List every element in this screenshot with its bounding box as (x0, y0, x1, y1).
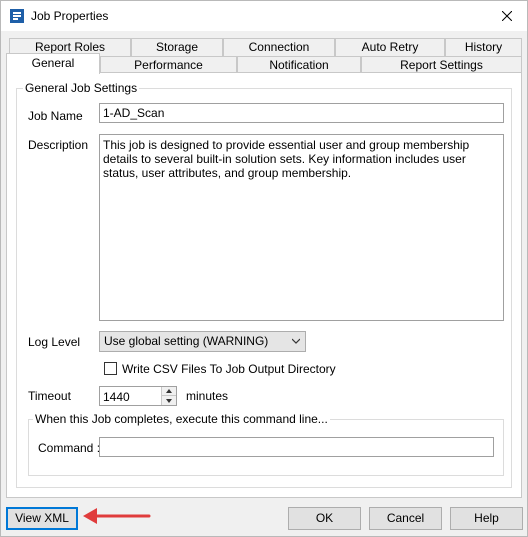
title-bar: Job Properties (1, 1, 527, 31)
description-textarea[interactable]: This job is designed to provide essentia… (99, 134, 504, 321)
timeout-stepper[interactable]: 1440 (99, 386, 177, 406)
log-level-value: Use global setting (WARNING) (104, 334, 269, 348)
tab-storage[interactable]: Storage (131, 38, 223, 56)
spin-down-button[interactable] (162, 396, 176, 405)
tab-auto-retry[interactable]: Auto Retry (335, 38, 445, 56)
job-name-input[interactable]: 1-AD_Scan (99, 103, 504, 123)
tab-label: Performance (134, 58, 203, 72)
help-button[interactable]: Help (450, 507, 523, 530)
arrow-up-icon (166, 389, 172, 393)
group-title: General Job Settings (23, 81, 140, 95)
job-name-label: Job Name (28, 109, 83, 123)
tab-label: General (31, 56, 75, 70)
app-icon (10, 9, 24, 23)
tab-label: Report Roles (34, 40, 106, 54)
view-xml-button[interactable]: View XML (6, 507, 78, 530)
cancel-button[interactable]: Cancel (369, 507, 442, 530)
tab-history[interactable]: History (445, 38, 522, 56)
spin-buttons (161, 387, 176, 405)
job-properties-window: Job Properties Report Roles Storage Conn… (0, 0, 528, 537)
tab-label: Connection (248, 40, 310, 54)
tab-general[interactable]: General (6, 53, 100, 74)
description-label: Description (28, 138, 89, 152)
ok-button[interactable]: OK (288, 507, 361, 530)
job-name-value: 1-AD_Scan (103, 106, 165, 120)
csv-checkbox-label: Write CSV Files To Job Output Directory (122, 362, 336, 376)
tab-label: Storage (155, 40, 199, 54)
tab-label: History (464, 40, 503, 54)
general-tab-panel: General Job Settings Job Name 1-AD_Scan … (6, 72, 522, 498)
chevron-down-icon (292, 338, 300, 344)
command-label: Command : (38, 441, 101, 455)
tab-label: Auto Retry (361, 40, 419, 54)
annotation-arrow-icon (83, 508, 151, 524)
window-title: Job Properties (31, 9, 109, 23)
tab-label: Notification (269, 58, 329, 72)
command-group-title: When this Job completes, execute this co… (33, 412, 330, 426)
timeout-label: Timeout (28, 389, 71, 403)
description-value: This job is designed to provide essentia… (103, 138, 470, 180)
spin-up-button[interactable] (162, 387, 176, 396)
tab-label: Report Settings (400, 58, 483, 72)
tab-connection[interactable]: Connection (223, 38, 335, 56)
log-level-label: Log Level (28, 335, 81, 349)
log-level-select[interactable]: Use global setting (WARNING) (99, 331, 306, 352)
csv-checkbox[interactable] (104, 362, 117, 375)
close-button[interactable] (487, 1, 527, 31)
timeout-unit: minutes (186, 389, 229, 403)
command-input[interactable] (99, 437, 494, 457)
close-icon (502, 11, 512, 21)
arrow-down-icon (166, 398, 172, 403)
timeout-value: 1440 (103, 390, 130, 404)
